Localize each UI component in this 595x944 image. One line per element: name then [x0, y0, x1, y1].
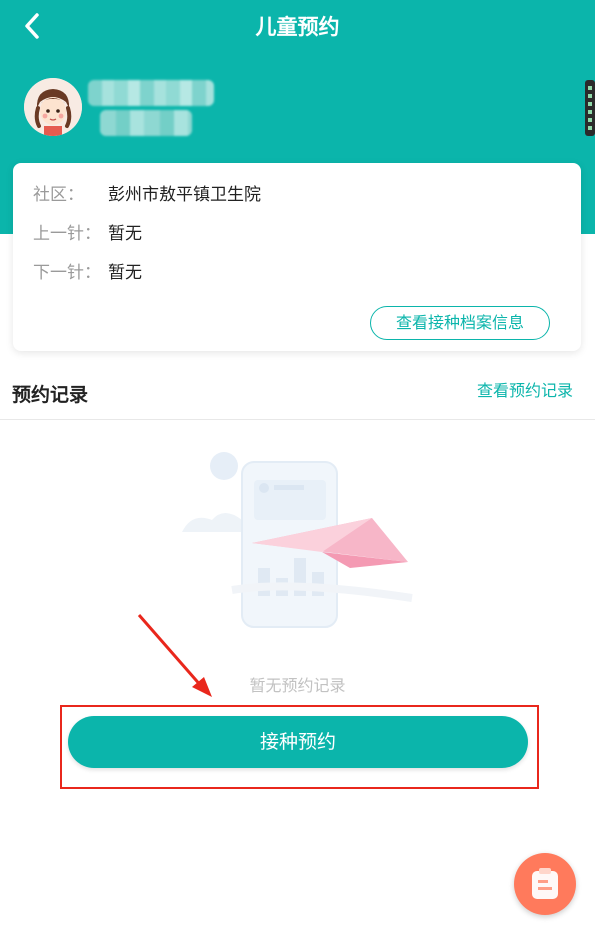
view-records-link[interactable]: 查看预约记录 — [477, 377, 573, 401]
red-arrow-annotation-icon — [137, 614, 212, 697]
blurred-name — [88, 80, 214, 106]
community-row: 社区： 彭州市敖平镇卫生院 — [33, 179, 261, 205]
community-value: 彭州市敖平镇卫生院 — [108, 184, 261, 205]
book-vaccination-button[interactable]: 接种预约 — [68, 716, 528, 768]
community-label: 社区： — [33, 184, 84, 205]
next-dose-row: 下一针： 暂无 — [33, 257, 142, 283]
divider — [0, 419, 595, 420]
child-appointment-page: 儿童预约 社区： 彭州市敖平镇卫生院 上一针： 暂无 下一针： 暂无 查看接种档… — [0, 0, 595, 944]
floating-action-button[interactable] — [514, 853, 576, 915]
info-card: 社区： 彭州市敖平镇卫生院 上一针： 暂无 下一针： 暂无 查看接种档案信息 — [13, 163, 581, 351]
clipboard-icon — [532, 868, 558, 899]
last-dose-value: 暂无 — [108, 223, 142, 244]
next-dose-value: 暂无 — [108, 262, 142, 283]
child-avatar-icon — [24, 78, 82, 136]
last-dose-label: 上一针： — [33, 223, 101, 244]
last-dose-row: 上一针： 暂无 — [33, 218, 142, 244]
records-title: 预约记录 — [12, 384, 89, 406]
empty-records-text: 暂无预约记录 — [249, 676, 346, 695]
page-title: 儿童预约 — [255, 15, 340, 39]
blurred-id — [100, 110, 192, 136]
next-dose-label: 下一针： — [33, 262, 101, 283]
scrollbar[interactable] — [585, 80, 595, 136]
view-archive-button[interactable]: 查看接种档案信息 — [370, 306, 550, 340]
